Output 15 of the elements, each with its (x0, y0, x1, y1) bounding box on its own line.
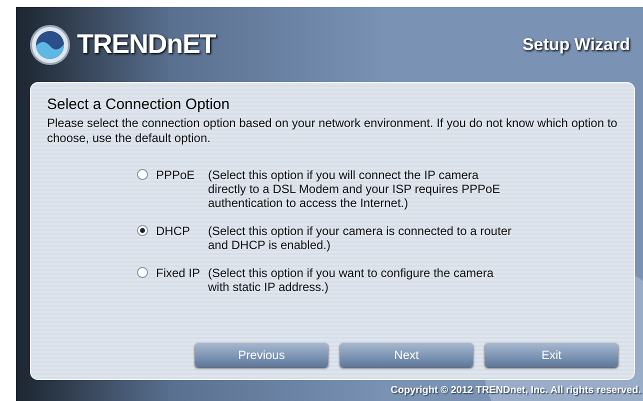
radio-button[interactable] (137, 267, 148, 278)
option-description: (Select this option if your camera is connected to a router and DHCP is enabled.) (208, 224, 512, 252)
section-heading: Select a Connection Option (47, 96, 231, 114)
instruction-text: Please select the connection option based on your network environment. If you do not know which option to choose, use the default option. (47, 116, 618, 146)
brand-name: TRENDnET (77, 28, 216, 62)
option-description: (Select this option if you want to configure the camera with static IP address.) (208, 266, 494, 294)
option-description: (Select this option if you will connect the IP camera directly to a DSL Modem and your ISP requires PPPoE authentication to access the Internet.) (208, 168, 502, 210)
radio-button[interactable] (137, 225, 148, 236)
option-label[interactable]: PPPoE (156, 168, 208, 182)
page-title: Setup Wizard (522, 34, 630, 56)
globe-logo-icon (29, 24, 71, 66)
option-label[interactable]: Fixed IP (156, 266, 208, 280)
option-label[interactable]: DHCP (156, 224, 208, 238)
radio-button[interactable] (137, 169, 148, 180)
copyright-text: Copyright © 2012 TRENDnet, Inc. All rights reserved. (390, 384, 641, 398)
